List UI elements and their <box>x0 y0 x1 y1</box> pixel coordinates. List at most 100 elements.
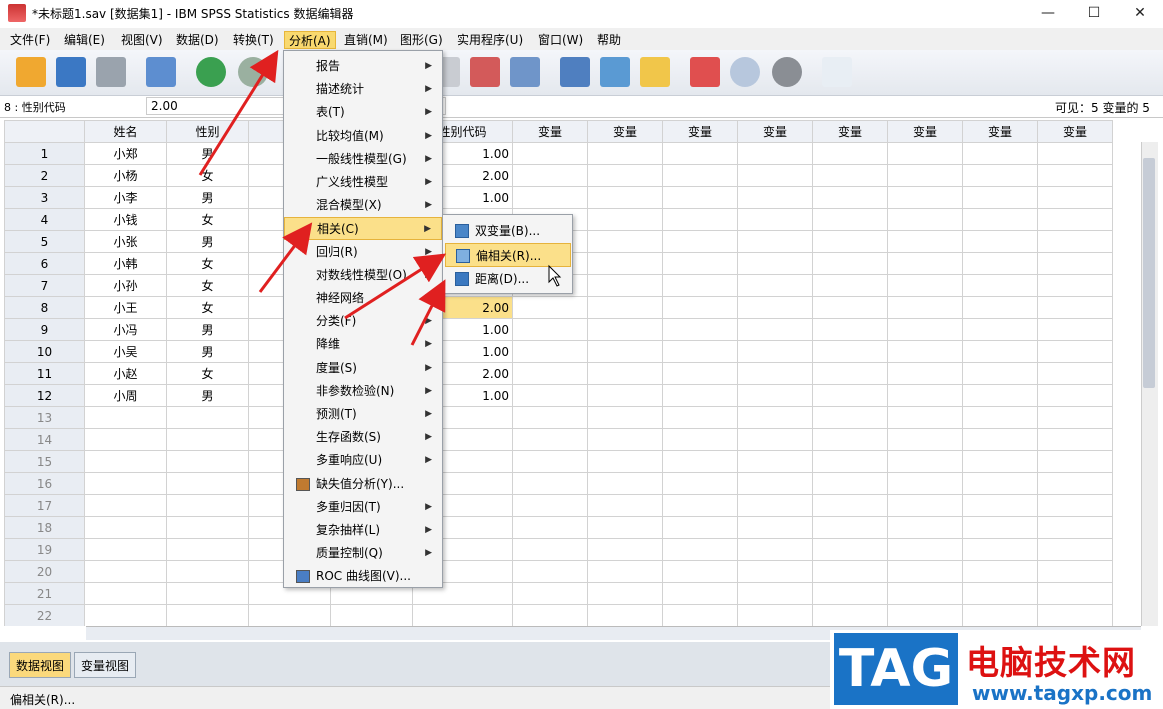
cell-empty[interactable] <box>587 560 663 583</box>
cell-empty[interactable] <box>512 142 588 165</box>
row-number[interactable]: 5 <box>4 230 85 253</box>
cell-empty[interactable] <box>84 472 167 495</box>
cell-empty[interactable] <box>812 604 888 626</box>
row-number[interactable]: 6 <box>4 252 85 275</box>
analyze-menu-item[interactable]: 预测(T) ▶ <box>284 403 442 426</box>
insert-cases-icon[interactable] <box>470 57 500 87</box>
cell-empty[interactable] <box>662 472 738 495</box>
undo-icon[interactable] <box>196 57 226 87</box>
menu-transform[interactable]: 转换(T) <box>229 31 278 49</box>
cell-empty[interactable] <box>512 472 588 495</box>
cell-empty[interactable] <box>1037 406 1113 429</box>
open-folder-icon[interactable] <box>16 57 46 87</box>
cell-empty[interactable] <box>812 296 888 319</box>
cell-empty[interactable] <box>887 164 963 187</box>
analyze-menu-item[interactable]: 分类(F) ▶ <box>284 310 442 333</box>
menu-data[interactable]: 数据(D) <box>172 31 223 49</box>
cell-empty[interactable] <box>662 450 738 473</box>
cell-name[interactable]: 小孙 <box>84 274 167 297</box>
cell-empty[interactable] <box>662 274 738 297</box>
cell-empty[interactable] <box>662 604 738 626</box>
cell-empty[interactable] <box>1037 252 1113 275</box>
analyze-menu-item[interactable]: 多重归因(T) ▶ <box>284 496 442 519</box>
cell-empty[interactable] <box>812 164 888 187</box>
cell-empty[interactable] <box>962 208 1038 231</box>
cell-empty[interactable] <box>662 406 738 429</box>
cell-empty[interactable] <box>166 494 249 517</box>
cell-name[interactable]: 小周 <box>84 384 167 407</box>
cell-empty[interactable] <box>962 516 1038 539</box>
analyze-menu-item[interactable]: 神经网络 ▶ <box>284 287 442 310</box>
cell-empty[interactable] <box>737 406 813 429</box>
analyze-menu-item[interactable]: 生存函数(S) ▶ <box>284 426 442 449</box>
cell-empty[interactable] <box>1037 230 1113 253</box>
row-number[interactable]: 17 <box>4 494 85 517</box>
cell-empty[interactable] <box>1037 494 1113 517</box>
analyze-menu-item[interactable]: 缺失值分析(Y)... <box>284 473 442 496</box>
cell-empty[interactable] <box>812 362 888 385</box>
cell-empty[interactable] <box>662 252 738 275</box>
row-number[interactable]: 14 <box>4 428 85 451</box>
cell-empty[interactable] <box>812 450 888 473</box>
cell-empty[interactable] <box>662 142 738 165</box>
cell-empty[interactable] <box>887 516 963 539</box>
menu-file[interactable]: 文件(F) <box>6 31 54 49</box>
cell-empty[interactable] <box>887 252 963 275</box>
dialog-recall-icon[interactable] <box>146 57 176 87</box>
cell-empty[interactable] <box>662 318 738 341</box>
cell-empty[interactable] <box>887 208 963 231</box>
cell-empty[interactable] <box>1037 582 1113 605</box>
table-row[interactable]: 22 <box>4 604 1113 626</box>
row-number[interactable]: 2 <box>4 164 85 187</box>
cell-empty[interactable] <box>962 318 1038 341</box>
close-button[interactable]: ✕ <box>1117 0 1163 26</box>
cell-empty[interactable] <box>812 208 888 231</box>
column-header[interactable]: 变量 <box>587 120 663 143</box>
cell-empty[interactable] <box>1037 560 1113 583</box>
cell-sex[interactable]: 女 <box>166 274 249 297</box>
cell-empty[interactable] <box>812 252 888 275</box>
cell-empty[interactable] <box>1037 472 1113 495</box>
cell-empty[interactable] <box>737 582 813 605</box>
tab-data-view[interactable]: 数据视图 <box>9 652 72 678</box>
cell-empty[interactable] <box>1037 186 1113 209</box>
cell-empty[interactable] <box>962 384 1038 407</box>
cell-empty[interactable] <box>166 538 249 561</box>
cell-empty[interactable] <box>512 362 588 385</box>
cell-sex[interactable]: 男 <box>166 384 249 407</box>
cell-empty[interactable] <box>962 582 1038 605</box>
cell-empty[interactable] <box>587 516 663 539</box>
cell-sex[interactable]: 男 <box>166 318 249 341</box>
cell-empty[interactable] <box>662 296 738 319</box>
cell-empty[interactable] <box>962 142 1038 165</box>
cell-empty[interactable] <box>587 164 663 187</box>
corner-header[interactable] <box>4 120 85 143</box>
analyze-menu-item[interactable]: 广义线性模型 ▶ <box>284 171 442 194</box>
analyze-menu-item[interactable]: 报告 ▶ <box>284 55 442 78</box>
row-number[interactable]: 8 <box>4 296 85 319</box>
cell-empty[interactable] <box>512 406 588 429</box>
cell-empty[interactable] <box>962 362 1038 385</box>
cell-name[interactable]: 小王 <box>84 296 167 319</box>
cell-empty[interactable] <box>737 208 813 231</box>
cell-empty[interactable] <box>166 516 249 539</box>
cell-empty[interactable] <box>587 296 663 319</box>
cell-empty[interactable] <box>662 538 738 561</box>
cell-sex[interactable]: 女 <box>166 252 249 275</box>
cell-empty[interactable] <box>737 494 813 517</box>
cell-name[interactable]: 小钱 <box>84 208 167 231</box>
cell-empty[interactable] <box>1037 142 1113 165</box>
column-header[interactable]: 变量 <box>812 120 888 143</box>
column-header[interactable]: 性别 <box>166 120 249 143</box>
cell-empty[interactable] <box>737 274 813 297</box>
cell-empty[interactable] <box>512 186 588 209</box>
cell-empty[interactable] <box>737 450 813 473</box>
value-labels-icon[interactable] <box>690 57 720 87</box>
cell-empty[interactable] <box>737 516 813 539</box>
cell-empty[interactable] <box>512 582 588 605</box>
cell-empty[interactable] <box>1037 208 1113 231</box>
cell-empty[interactable] <box>662 208 738 231</box>
cell-empty[interactable] <box>84 560 167 583</box>
row-number[interactable]: 16 <box>4 472 85 495</box>
submenu-item-bivariate[interactable]: 双变量(B)... <box>445 219 571 243</box>
